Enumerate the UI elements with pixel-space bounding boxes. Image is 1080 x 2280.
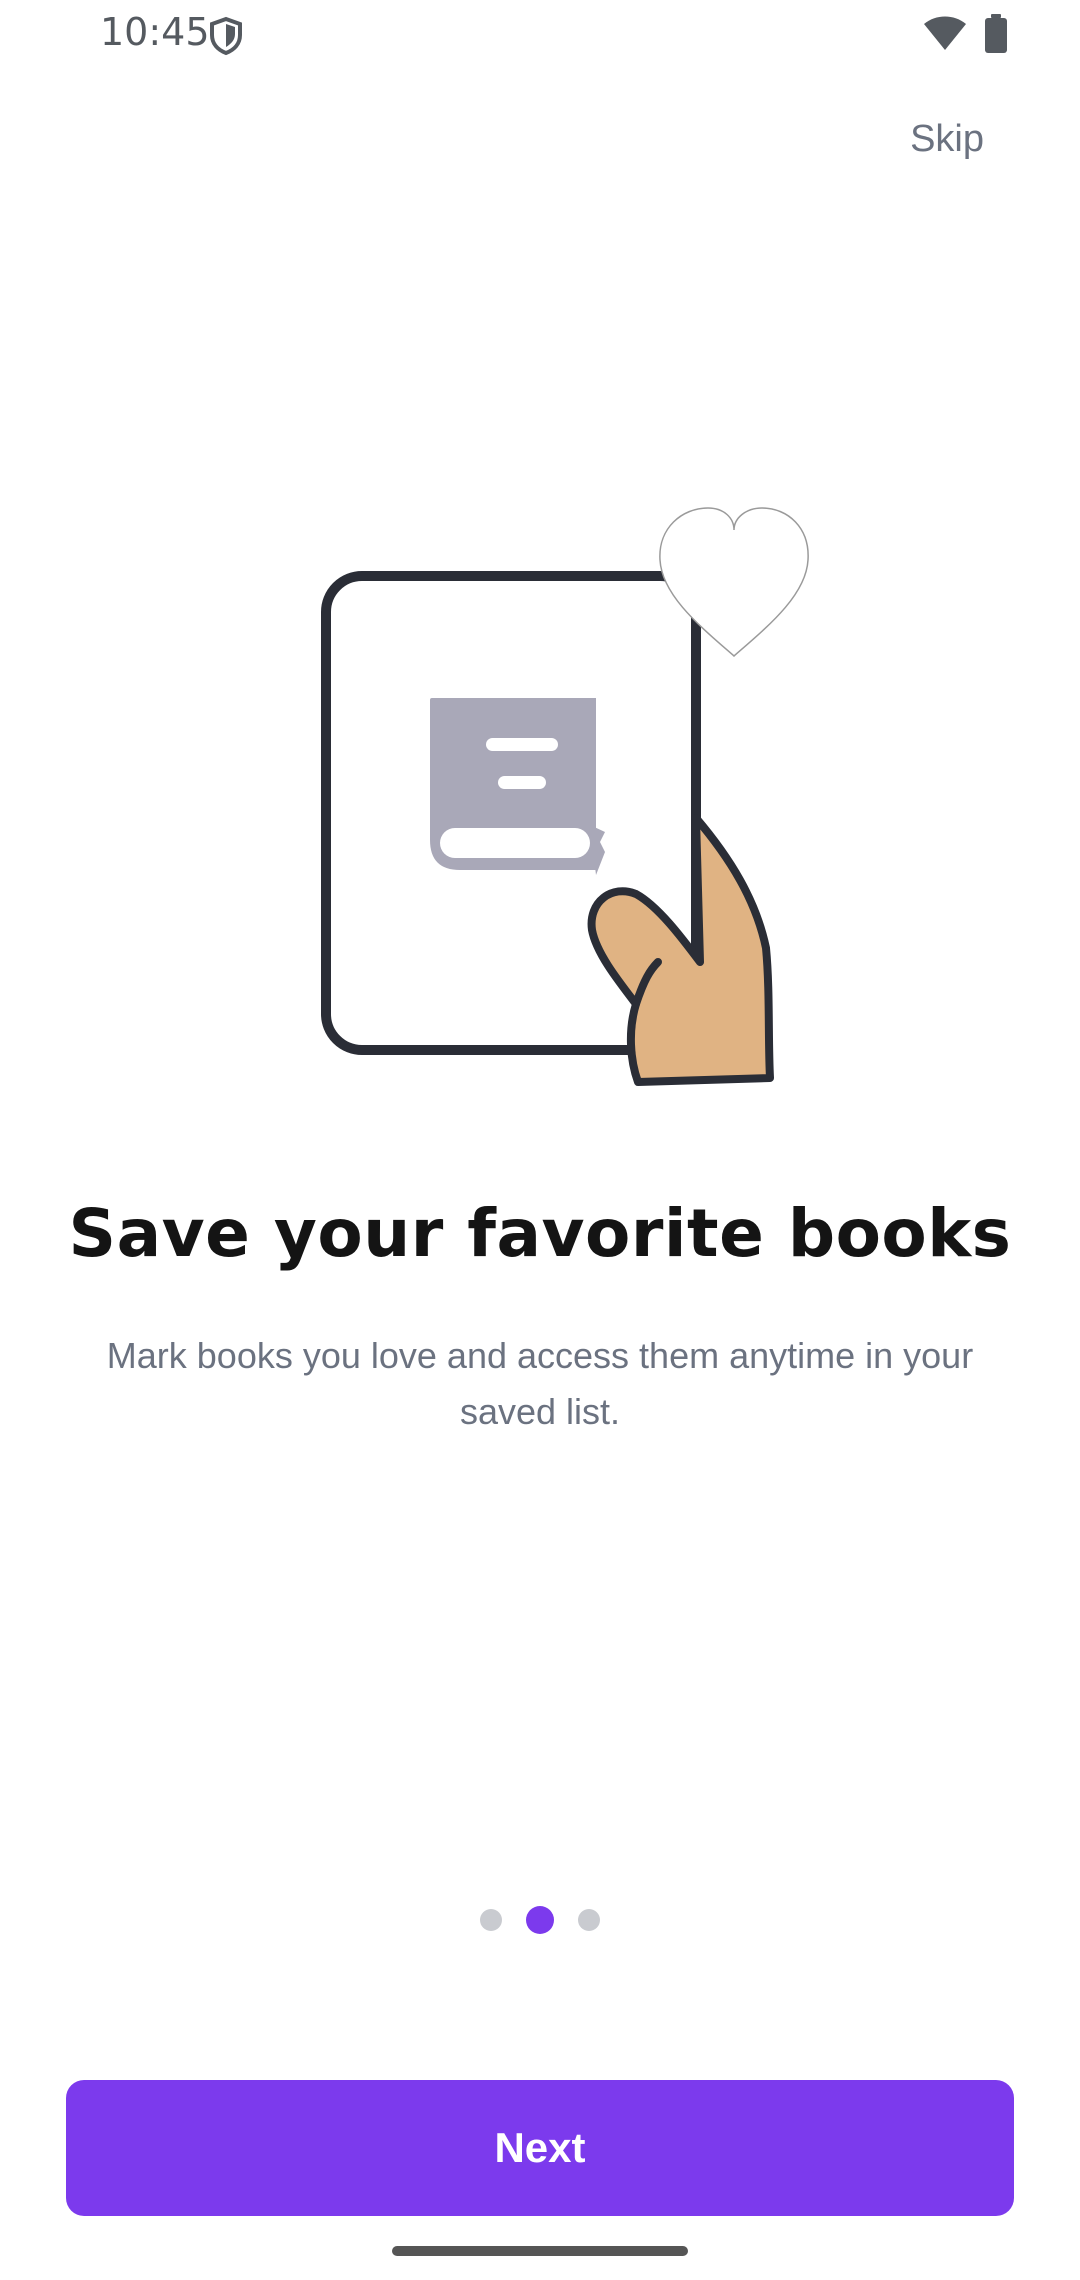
page-subtitle: Mark books you love and access them anyt… bbox=[106, 1335, 974, 1432]
home-indicator[interactable] bbox=[392, 2246, 688, 2256]
onboarding-screen: 10:45 Skip Save your favorite books Mark… bbox=[0, 0, 1080, 2280]
page-indicator bbox=[0, 1900, 1080, 1940]
hand-holding-book-with-heart-icon bbox=[321, 507, 809, 1086]
status-time: 10:45 bbox=[100, 10, 210, 54]
shield-icon bbox=[210, 16, 242, 56]
next-button[interactable]: Next bbox=[66, 2080, 1014, 2216]
skip-button[interactable]: Skip bbox=[910, 118, 984, 161]
wifi-icon bbox=[924, 16, 966, 50]
page-title: Save your favorite books bbox=[68, 1195, 1012, 1272]
battery-icon bbox=[985, 14, 1007, 53]
page-dot-1[interactable] bbox=[480, 1909, 502, 1931]
page-dot-3[interactable] bbox=[578, 1909, 600, 1931]
book-icon bbox=[430, 698, 605, 875]
next-button-label: Next bbox=[494, 2124, 586, 2171]
status-bar: 10:45 bbox=[0, 0, 1080, 70]
page-dot-2-active[interactable] bbox=[526, 1906, 554, 1934]
